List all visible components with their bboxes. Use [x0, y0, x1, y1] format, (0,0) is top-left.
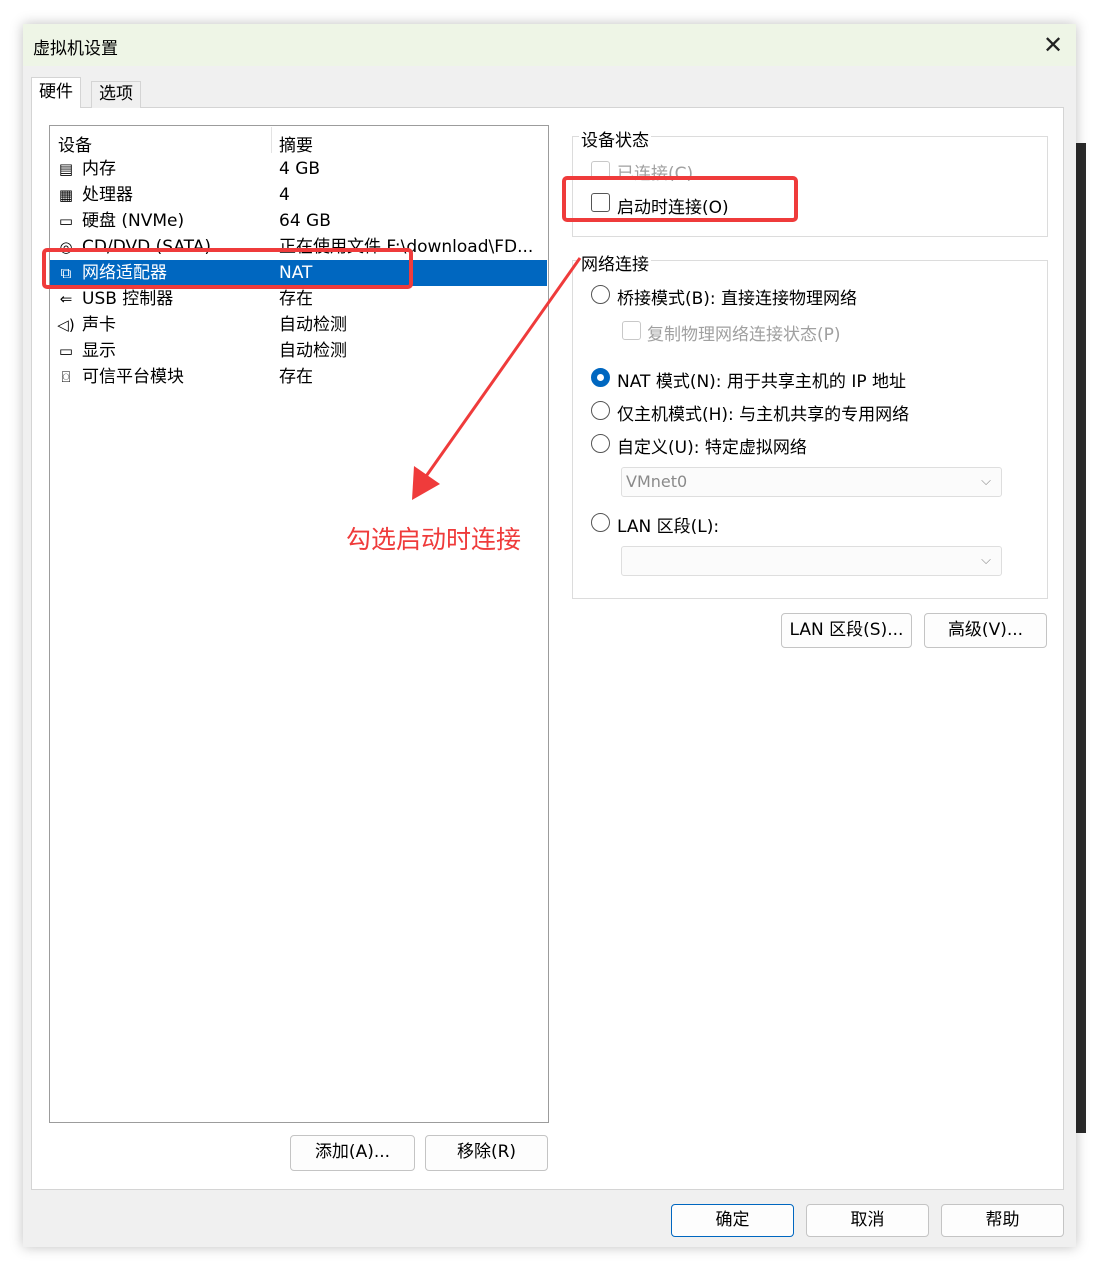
background-window-edge: [1076, 143, 1086, 1133]
custom-network-value: VMnet0: [626, 472, 688, 491]
custom-network-select[interactable]: VMnet0 ⌵: [621, 467, 1002, 497]
annotation-arrow: [412, 257, 582, 500]
harddisk-icon: ▭: [58, 212, 74, 230]
column-header-summary[interactable]: 摘要: [279, 131, 313, 156]
device-summary: 4 GB: [279, 159, 321, 179]
add-device-button[interactable]: 添加(A)...: [290, 1135, 415, 1171]
device-row-memory[interactable]: ▤ 内存 4 GB: [50, 156, 547, 182]
highlight-network-adapter: [42, 248, 413, 289]
device-summary: 64 GB: [279, 211, 331, 231]
device-name: 内存: [82, 159, 116, 179]
lan-segment-select[interactable]: ⌵: [621, 546, 1002, 576]
remove-device-button[interactable]: 移除(R): [425, 1135, 548, 1171]
usb-icon: ⇐: [59, 290, 73, 308]
host-only-radio[interactable]: [591, 401, 610, 420]
sound-icon: ◁): [57, 316, 75, 334]
device-name: 显示: [82, 341, 116, 361]
host-only-label[interactable]: 仅主机模式(H): 与主机共享的专用网络: [617, 400, 909, 425]
tab-options[interactable]: 选项: [91, 81, 141, 108]
cancel-button[interactable]: 取消: [806, 1204, 929, 1237]
ok-button[interactable]: 确定: [671, 1204, 794, 1237]
chevron-down-icon: ⌵: [981, 553, 991, 568]
bridged-radio[interactable]: [591, 285, 610, 304]
memory-icon: ▤: [58, 160, 74, 178]
nat-radio[interactable]: [591, 368, 610, 387]
device-status-title: 设备状态: [579, 126, 651, 151]
arrow-head: [412, 466, 440, 500]
help-button[interactable]: 帮助: [941, 1204, 1064, 1237]
lan-segment-radio[interactable]: [591, 513, 610, 532]
custom-radio[interactable]: [591, 434, 610, 453]
replicate-state-checkbox[interactable]: [622, 321, 641, 340]
device-row-processor[interactable]: ▦ 处理器 4: [50, 182, 547, 208]
close-icon[interactable]: ✕: [1040, 30, 1066, 60]
annotation-text: 勾选启动时连接: [346, 525, 522, 554]
column-divider: [271, 127, 272, 153]
lan-segment-label[interactable]: LAN 区段(L):: [617, 512, 719, 537]
processor-icon: ▦: [58, 186, 74, 204]
device-name: 可信平台模块: [82, 367, 184, 387]
tab-hardware[interactable]: 硬件: [31, 77, 81, 108]
replicate-state-label: 复制物理网络连接状态(P): [647, 325, 841, 345]
device-name: USB 控制器: [82, 289, 174, 309]
window-title: 虚拟机设置: [33, 39, 118, 59]
device-row-harddisk[interactable]: ▭ 硬盘 (NVMe) 64 GB: [50, 208, 547, 234]
display-icon: ▭: [58, 342, 74, 360]
title-bar: [23, 24, 1076, 66]
tpm-icon: ⌼: [61, 368, 71, 386]
highlight-connect-at-power-on: [562, 176, 798, 222]
nat-label[interactable]: NAT 模式(N): 用于共享主机的 IP 地址: [617, 367, 906, 392]
advanced-button[interactable]: 高级(V)...: [924, 613, 1047, 648]
lan-segments-button[interactable]: LAN 区段(S)...: [781, 613, 912, 648]
device-name: 声卡: [82, 315, 116, 335]
device-summary: 4: [279, 185, 290, 205]
arrow-shaft: [420, 257, 582, 483]
device-name: 处理器: [82, 185, 133, 205]
chevron-down-icon: ⌵: [981, 474, 991, 489]
bridged-label[interactable]: 桥接模式(B): 直接连接物理网络: [617, 284, 857, 309]
device-name: 硬盘 (NVMe): [82, 211, 185, 231]
custom-label[interactable]: 自定义(U): 特定虚拟网络: [617, 433, 807, 458]
column-header-device[interactable]: 设备: [58, 131, 92, 156]
